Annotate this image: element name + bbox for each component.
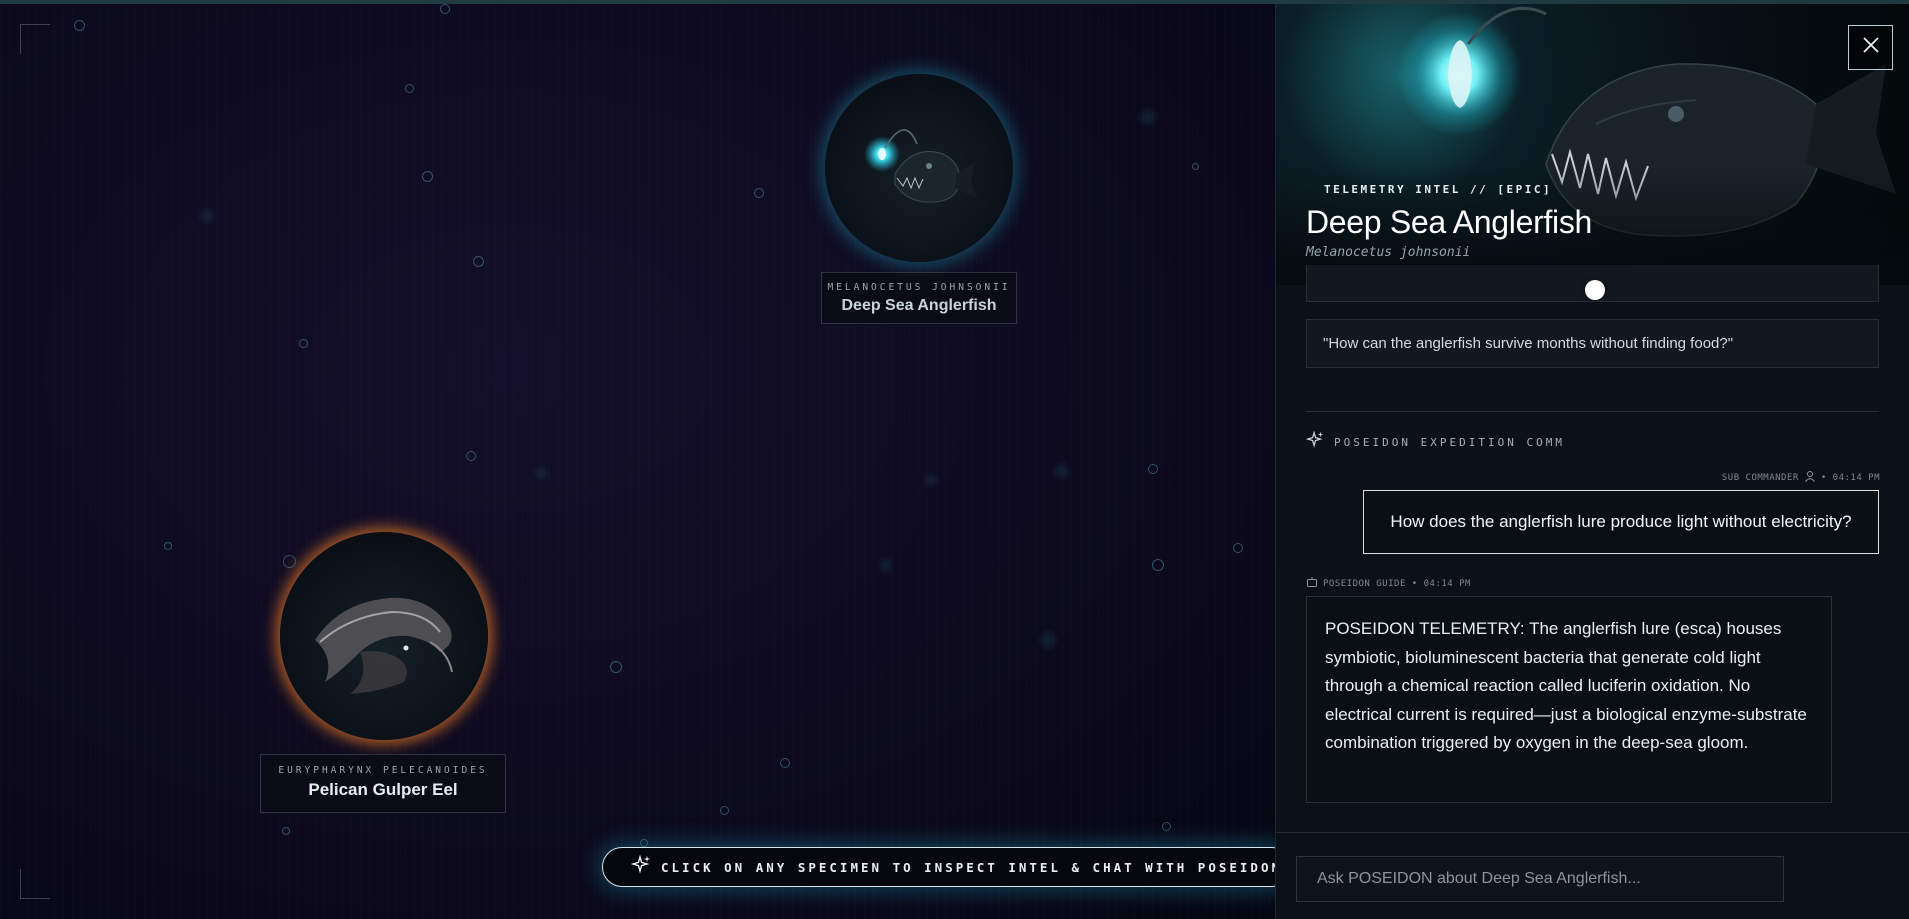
divider: [1306, 411, 1879, 412]
user-message: How does the anglerfish lure produce lig…: [1363, 490, 1879, 554]
specimen-common-name: Pelican Gulper Eel: [308, 780, 458, 799]
particle: [1055, 464, 1069, 478]
specimen-common-name: Deep Sea Anglerfish: [841, 297, 997, 314]
bubble: [720, 806, 729, 815]
particle: [880, 559, 892, 571]
bubble: [1152, 559, 1164, 571]
anglerfish-icon: [864, 129, 977, 203]
close-button[interactable]: [1848, 25, 1893, 70]
bubble: [1192, 163, 1199, 170]
chat-input-bar: [1276, 832, 1909, 919]
user-message-meta: SUB COMMANDER • 04:14 PM: [1722, 470, 1880, 485]
bubble: [440, 4, 450, 14]
specimen-label-anglerfish[interactable]: MELANOCETUS JOHNSONII Deep Sea Anglerfis…: [821, 272, 1017, 324]
bubble: [283, 555, 296, 568]
instruction-text: CLICK ON ANY SPECIMEN TO INSPECT INTEL &…: [661, 859, 1292, 875]
specimen-intel-panel: TELEMETRY INTEL // [EPIC] Deep Sea Angle…: [1275, 4, 1909, 919]
user-icon: [1804, 470, 1816, 485]
bubble: [1148, 464, 1158, 474]
anglerfish-hero-icon: [1397, 6, 1896, 237]
particle: [1140, 109, 1156, 125]
particle: [1040, 632, 1056, 648]
particle: [200, 209, 214, 223]
specimen-label-gulper-eel[interactable]: EURYPHARYNX PELECANOIDES Pelican Gulper …: [260, 754, 506, 813]
specimen-latin-name: Melanocetus johnsonii: [1306, 245, 1471, 260]
particle: [925, 474, 937, 486]
bubble: [164, 542, 172, 550]
bubble: [1162, 822, 1171, 831]
specimen-scientific-name: MELANOCETUS JOHNSONII: [827, 282, 1011, 293]
bubble: [1233, 543, 1243, 553]
gulper-eel-icon: [315, 597, 453, 694]
suggested-question[interactable]: "How can the anglerfish survive months w…: [1306, 319, 1879, 368]
frame-corner-bottom-left: [20, 869, 50, 899]
user-role: SUB COMMANDER: [1721, 472, 1799, 483]
bubble: [299, 339, 308, 348]
user-time: • 04:14 PM: [1820, 472, 1880, 483]
particle: [535, 467, 547, 479]
frame-corner-top-left: [20, 24, 50, 54]
bubble: [282, 827, 290, 835]
rarity-tag: TELEMETRY INTEL // [EPIC]: [1324, 183, 1553, 196]
specimen-hero-image: [1276, 4, 1909, 285]
bubble: [422, 171, 433, 182]
robot-icon: [1306, 576, 1318, 591]
bot-meta-text: POSEIDON GUIDE • 04:14 PM: [1323, 578, 1471, 589]
bubble: [74, 20, 85, 31]
specimen-gulper-eel[interactable]: [280, 532, 488, 740]
bubble: [780, 758, 790, 768]
bubble: [466, 451, 476, 461]
mouse-cursor: [1585, 280, 1605, 300]
specimen-stage[interactable]: MELANOCETUS JOHNSONII Deep Sea Anglerfis…: [0, 4, 1275, 919]
specimen-title: Deep Sea Anglerfish: [1306, 204, 1593, 240]
bot-message: POSEIDON TELEMETRY: The anglerfish lure …: [1306, 596, 1832, 803]
specimen-scientific-name: EURYPHARYNX PELECANOIDES: [278, 765, 488, 776]
comm-label: POSEIDON EXPEDITION COMM: [1334, 436, 1565, 449]
bot-message-meta: POSEIDON GUIDE • 04:14 PM: [1306, 576, 1471, 591]
bubble: [405, 84, 414, 93]
comm-header: POSEIDON EXPEDITION COMM: [1305, 430, 1565, 454]
bubble: [473, 256, 484, 267]
bubble: [610, 661, 622, 673]
sparkle-icon: [630, 854, 651, 880]
specimen-anglerfish[interactable]: [825, 74, 1013, 262]
bubble: [640, 839, 648, 847]
sparkle-icon: [1305, 430, 1324, 454]
close-icon: [1862, 36, 1880, 59]
chat-input[interactable]: [1296, 856, 1784, 902]
instruction-banner: CLICK ON ANY SPECIMEN TO INSPECT INTEL &…: [602, 847, 1292, 887]
bubble: [754, 188, 764, 198]
